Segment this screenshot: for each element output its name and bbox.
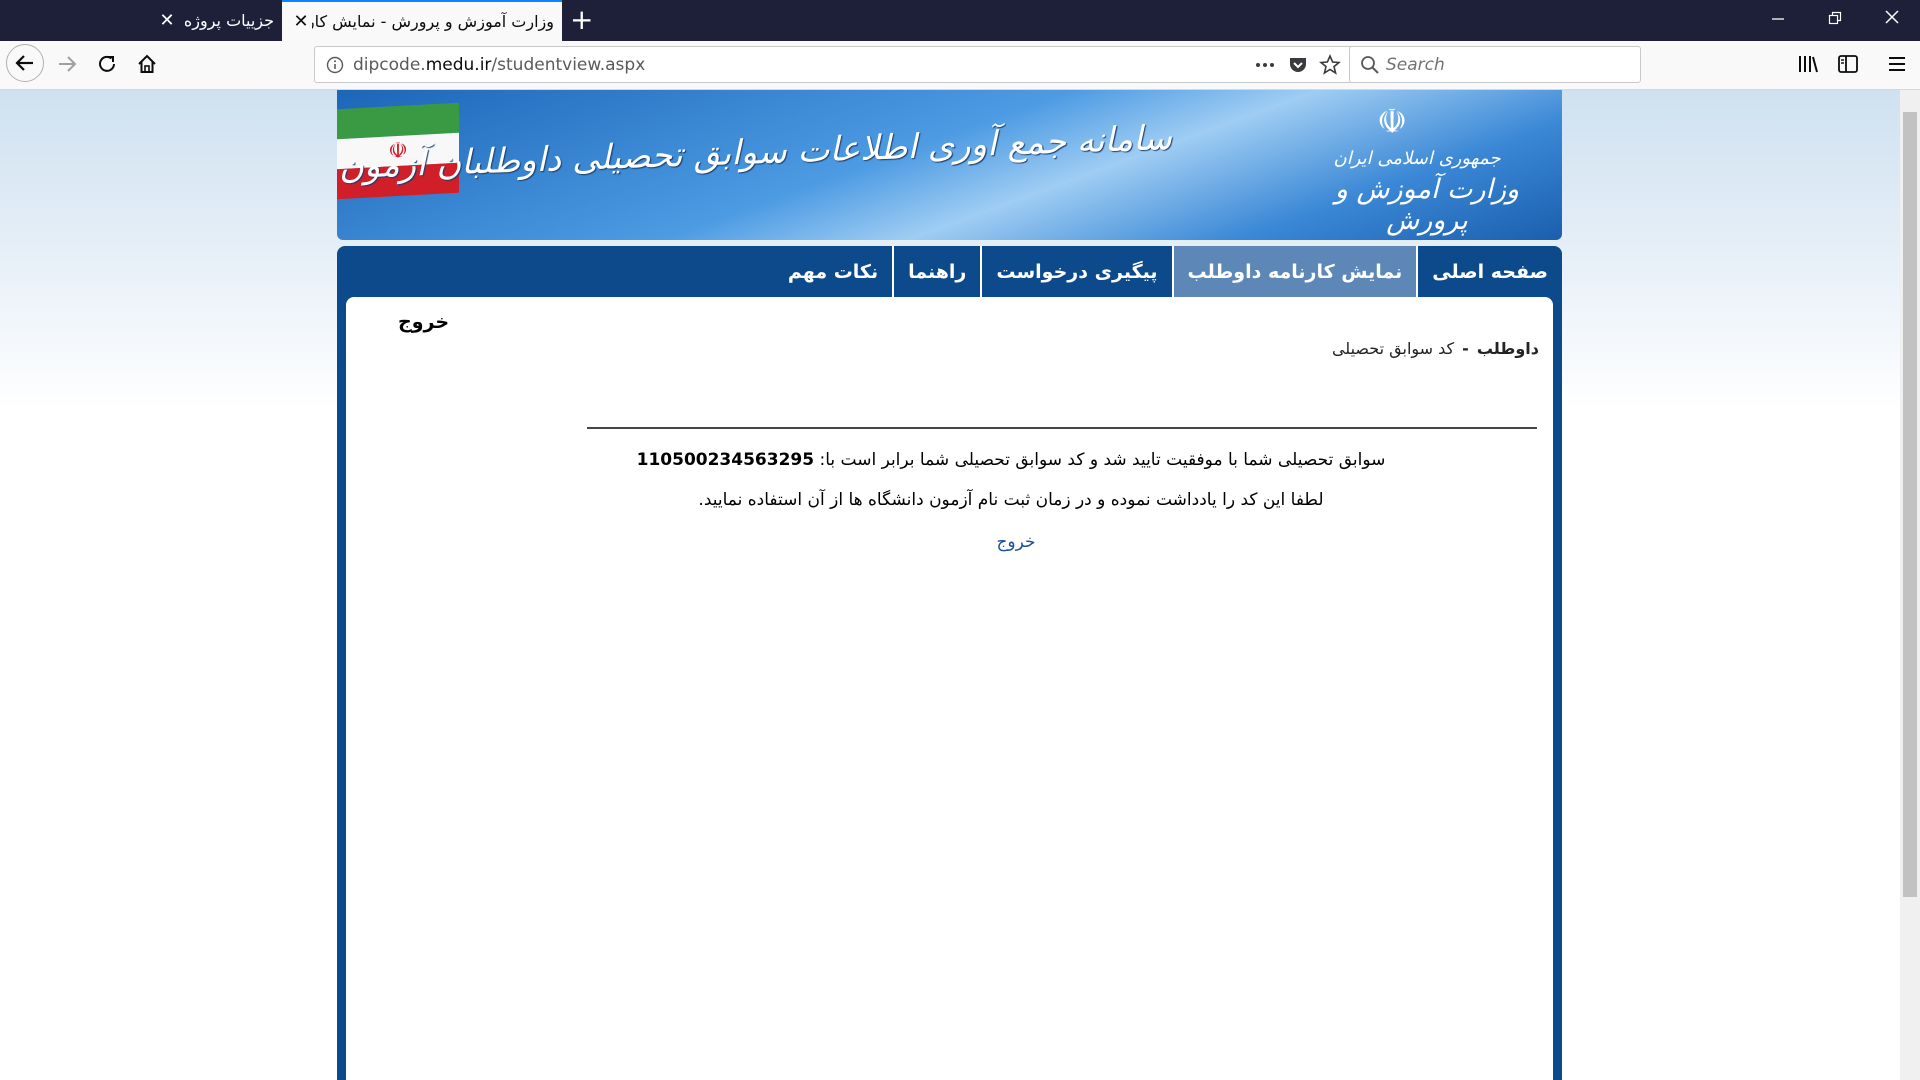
window-close-button[interactable] — [1872, 6, 1912, 30]
bookmark-star-icon[interactable] — [1319, 53, 1341, 76]
search-icon — [1361, 55, 1379, 74]
url-path: /studentview.aspx — [491, 54, 646, 75]
sidebar-button[interactable] — [1831, 47, 1865, 81]
menu-item-guide[interactable]: راهنما — [892, 246, 980, 297]
site-banner: ☫ سامانه جمع آوری اطلاعات سوابق تحصیلی د… — [337, 90, 1562, 240]
main-menu: صفحه اصلی نمایش کارنامه داوطلب پیگیری در… — [774, 246, 1562, 297]
search-bar[interactable]: Search — [1349, 46, 1641, 83]
menu-item-report[interactable]: نمایش کارنامه داوطلب — [1171, 246, 1417, 297]
breadcrumb-candidate: داوطلب — [1476, 339, 1539, 358]
search-placeholder: Search — [1386, 54, 1445, 75]
address-bar[interactable]: dipcode.medu.ir/studentview.aspx — [314, 46, 1354, 83]
note-message: لطفا این کد را یادداشت نموده و در زمان ث… — [698, 490, 1324, 510]
home-icon — [138, 54, 156, 73]
menu-item-home[interactable]: صفحه اصلی — [1416, 246, 1562, 297]
minimize-icon — [1772, 18, 1784, 20]
system-title: سامانه جمع آوری اطلاعات سوابق تحصیلی داو… — [337, 117, 1173, 202]
library-icon — [1799, 56, 1818, 73]
logout-button[interactable]: خروج — [398, 311, 449, 333]
success-message: سوابق تحصیلی شما با موفقیت تایید شد و کد… — [496, 450, 1526, 470]
scrollbar-thumb[interactable] — [1903, 112, 1917, 897]
menu-button[interactable] — [1880, 47, 1914, 81]
info-icon[interactable] — [325, 55, 345, 75]
academic-record-code: 110500234563295 — [636, 450, 815, 470]
page-actions-icon[interactable] — [1253, 55, 1277, 75]
pocket-icon[interactable] — [1287, 54, 1309, 76]
breadcrumb-separator: - — [1462, 339, 1469, 358]
reload-button[interactable] — [90, 47, 124, 81]
sidebar-icon — [1838, 55, 1858, 73]
window-close-icon — [1885, 10, 1899, 24]
minimize-button[interactable] — [1758, 6, 1798, 30]
back-button[interactable] — [6, 44, 44, 82]
url-domain: medu.ir — [425, 54, 492, 75]
forward-button[interactable] — [50, 47, 84, 81]
url-prefix: dipcode. — [353, 54, 426, 75]
republic-label: جمهوری اسلامی ایران — [1333, 148, 1501, 169]
home-button[interactable] — [130, 47, 164, 81]
close-icon[interactable]: ✕ — [290, 11, 312, 32]
tab-ministry-report[interactable]: وزارت آموزش و پرورش - نمایش کارنامه ✕ — [282, 0, 562, 41]
emblem-icon: ☫ — [1376, 102, 1408, 142]
new-tab-button[interactable]: + — [570, 4, 593, 36]
url-text[interactable]: dipcode.medu.ir/studentview.aspx — [353, 55, 645, 75]
close-icon[interactable]: ✕ — [156, 10, 178, 31]
arrow-left-icon — [15, 55, 33, 71]
content-area: خروج داوطلب-کد سوابق تحصیلی سوابق تحصیلی… — [346, 297, 1553, 1080]
tab-title: جزییات پروژه - — [178, 11, 274, 30]
navigation-toolbar: dipcode.medu.ir/studentview.aspx Search — [0, 41, 1920, 90]
arrow-right-icon — [59, 56, 77, 72]
tab-title: وزارت آموزش و پرورش - نمایش کارنامه — [312, 12, 554, 31]
breadcrumb-code: کد سوابق تحصیلی — [1331, 339, 1455, 358]
menu-item-tracking[interactable]: پیگیری درخواست — [980, 246, 1171, 297]
tab-project-details[interactable]: جزییات پروژه - ✕ — [150, 0, 280, 41]
breadcrumb: داوطلب-کد سوابق تحصیلی — [1332, 339, 1539, 358]
divider — [587, 427, 1537, 429]
library-button[interactable] — [1791, 47, 1825, 81]
tab-bar: جزییات پروژه - ✕ وزارت آموزش و پرورش - ن… — [0, 0, 1920, 41]
reload-icon — [99, 55, 115, 72]
success-message-text: سوابق تحصیلی شما با موفقیت تایید شد و کد… — [814, 450, 1386, 470]
menu-item-notes[interactable]: نکات مهم — [774, 246, 892, 297]
ministry-label: وزارت آموزش و پرورش — [1334, 174, 1520, 236]
logout-link[interactable]: خروج — [901, 532, 1131, 552]
restore-icon — [1828, 11, 1842, 25]
hamburger-icon — [1889, 57, 1905, 71]
main-panel: صفحه اصلی نمایش کارنامه داوطلب پیگیری در… — [337, 246, 1562, 1080]
restore-button[interactable] — [1815, 6, 1855, 30]
